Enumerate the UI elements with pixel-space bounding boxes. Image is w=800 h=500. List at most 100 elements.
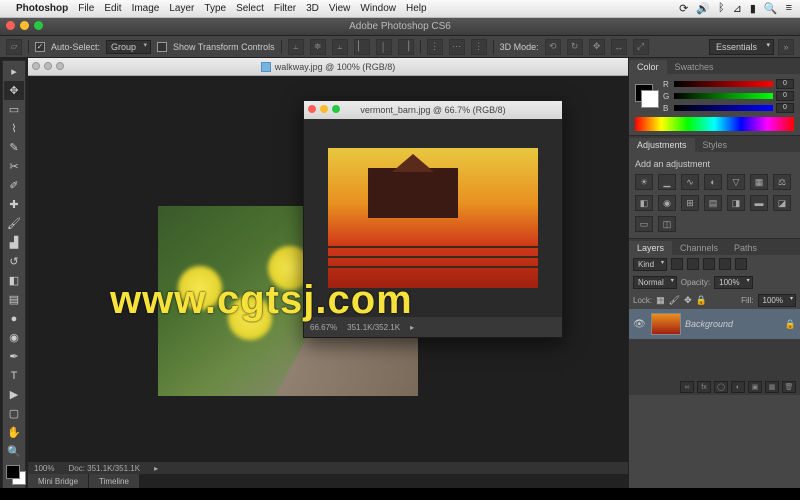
r-slider[interactable] (674, 81, 773, 87)
bluetooth-icon[interactable]: ᛒ (718, 2, 725, 15)
pan-3d-icon[interactable]: ✥ (589, 39, 605, 55)
bw-icon[interactable]: ◧ (635, 195, 653, 211)
menu-filter[interactable]: Filter (274, 3, 296, 14)
gradient-map-icon[interactable]: ▭ (635, 216, 653, 232)
g-value[interactable]: 0 (776, 91, 794, 101)
distribute-icon[interactable]: ⋯ (449, 39, 465, 55)
color-swatches[interactable] (4, 463, 24, 491)
blur-tool[interactable]: ● (4, 309, 24, 328)
tab-channels[interactable]: Channels (672, 241, 726, 255)
tab-color[interactable]: Color (629, 60, 667, 74)
move-tool[interactable]: ✥ (4, 81, 24, 100)
selective-color-icon[interactable]: ◫ (658, 216, 676, 232)
vibrance-icon[interactable]: ▽ (727, 174, 745, 190)
doc-close-icon[interactable] (32, 62, 40, 70)
scale-3d-icon[interactable]: ⤢ (633, 39, 649, 55)
menu-3d[interactable]: 3D (306, 3, 319, 14)
slide-3d-icon[interactable]: ↔ (611, 39, 627, 55)
layer-thumbnail[interactable] (651, 313, 681, 335)
filter-shape-icon[interactable] (719, 258, 731, 270)
brush-tool[interactable]: 🖌 (4, 214, 24, 233)
app-menu[interactable]: Photoshop (16, 3, 68, 14)
filter-adjustment-icon[interactable] (687, 258, 699, 270)
type-tool[interactable]: T (4, 366, 24, 385)
invert-icon[interactable]: ◨ (727, 195, 745, 211)
opacity-field[interactable]: 100% (714, 276, 752, 289)
workspace-dropdown[interactable]: Essentials (709, 39, 774, 55)
layer-mask-icon[interactable]: ◯ (714, 381, 728, 393)
filter-smart-icon[interactable] (735, 258, 747, 270)
tab-styles[interactable]: Styles (695, 138, 736, 152)
menu-window[interactable]: Window (360, 3, 396, 14)
minimize-icon[interactable] (320, 105, 328, 113)
canvas-area[interactable]: vermont_barn.jpg @ 66.7% (RGB/8) 66.67% … (28, 76, 628, 462)
threshold-icon[interactable]: ◪ (773, 195, 791, 211)
info-menu-icon[interactable]: ▸ (154, 464, 158, 473)
pen-tool[interactable]: ✒ (4, 347, 24, 366)
menu-type[interactable]: Type (204, 3, 226, 14)
bg-color-box[interactable] (641, 90, 659, 108)
posterize-icon[interactable]: ▬ (750, 195, 768, 211)
floating-canvas[interactable] (304, 119, 562, 317)
eraser-tool[interactable]: ◧ (4, 271, 24, 290)
clone-stamp-tool[interactable]: ▟ (4, 233, 24, 252)
photo-filter-icon[interactable]: ◉ (658, 195, 676, 211)
color-lookup-icon[interactable]: ▤ (704, 195, 722, 211)
zoom-icon[interactable] (332, 105, 340, 113)
hue-sat-icon[interactable]: ▦ (750, 174, 768, 190)
timeline-tab[interactable]: Timeline (89, 474, 140, 488)
auto-select-checkbox[interactable] (35, 42, 45, 52)
align-hcenter-icon[interactable]: │ (376, 39, 392, 55)
zoom-tool[interactable]: 🔍 (4, 442, 24, 461)
menu-edit[interactable]: Edit (104, 3, 121, 14)
healing-brush-tool[interactable]: ✚ (4, 195, 24, 214)
barn-image[interactable] (328, 148, 538, 288)
new-layer-icon[interactable]: ▦ (765, 381, 779, 393)
tab-paths[interactable]: Paths (726, 241, 765, 255)
channel-mixer-icon[interactable]: ⊞ (681, 195, 699, 211)
align-bottom-icon[interactable]: ⫠ (332, 39, 348, 55)
show-transform-checkbox[interactable] (157, 42, 167, 52)
visibility-icon[interactable]: 👁 (633, 319, 647, 330)
tab-adjustments[interactable]: Adjustments (629, 138, 695, 152)
align-top-icon[interactable]: ⫠ (288, 39, 304, 55)
tab-swatches[interactable]: Swatches (667, 60, 722, 74)
lock-pixels-icon[interactable]: 🖌 (669, 295, 680, 306)
mini-bridge-tab[interactable]: Mini Bridge (28, 474, 89, 488)
r-value[interactable]: 0 (776, 79, 794, 89)
doc-zoom-icon[interactable] (56, 62, 64, 70)
floating-titlebar[interactable]: vermont_barn.jpg @ 66.7% (RGB/8) (304, 101, 562, 119)
b-slider[interactable] (674, 105, 773, 111)
layer-name[interactable]: Background (685, 319, 733, 329)
color-spectrum[interactable] (635, 117, 794, 131)
lock-all-icon[interactable]: 🔒 (696, 295, 707, 306)
brightness-icon[interactable]: ☀ (635, 174, 653, 190)
link-layers-icon[interactable]: ∞ (680, 381, 694, 393)
menu-help[interactable]: Help (406, 3, 427, 14)
align-right-icon[interactable]: ▕ (398, 39, 414, 55)
menu-view[interactable]: View (329, 3, 351, 14)
sync-icon[interactable]: ⟳ (679, 2, 688, 15)
g-slider[interactable] (674, 93, 773, 99)
close-icon[interactable] (6, 21, 15, 30)
volume-icon[interactable]: 🔊 (696, 2, 710, 15)
menu-layer[interactable]: Layer (169, 3, 194, 14)
rotate-3d-icon[interactable]: ⟲ (545, 39, 561, 55)
menu-extra-icon[interactable]: ≡ (786, 2, 792, 15)
zoom-icon[interactable] (34, 21, 43, 30)
zoom-value[interactable]: 100% (34, 464, 54, 473)
history-brush-tool[interactable]: ↺ (4, 252, 24, 271)
roll-3d-icon[interactable]: ↻ (567, 39, 583, 55)
filter-type-icon[interactable] (703, 258, 715, 270)
hand-tool[interactable]: ✋ (4, 423, 24, 442)
b-value[interactable]: 0 (776, 103, 794, 113)
wifi-icon[interactable]: ⊿ (733, 2, 742, 15)
gradient-tool[interactable]: ▤ (4, 290, 24, 309)
filter-pixel-icon[interactable] (671, 258, 683, 270)
doc-minimize-icon[interactable] (44, 62, 52, 70)
tab-toggle-icon[interactable]: ▸ (4, 62, 24, 81)
foreground-swatch[interactable] (6, 465, 20, 479)
fill-field[interactable]: 100% (758, 294, 796, 307)
distribute-icon[interactable]: ⋮ (471, 39, 487, 55)
distribute-icon[interactable]: ⋮ (427, 39, 443, 55)
